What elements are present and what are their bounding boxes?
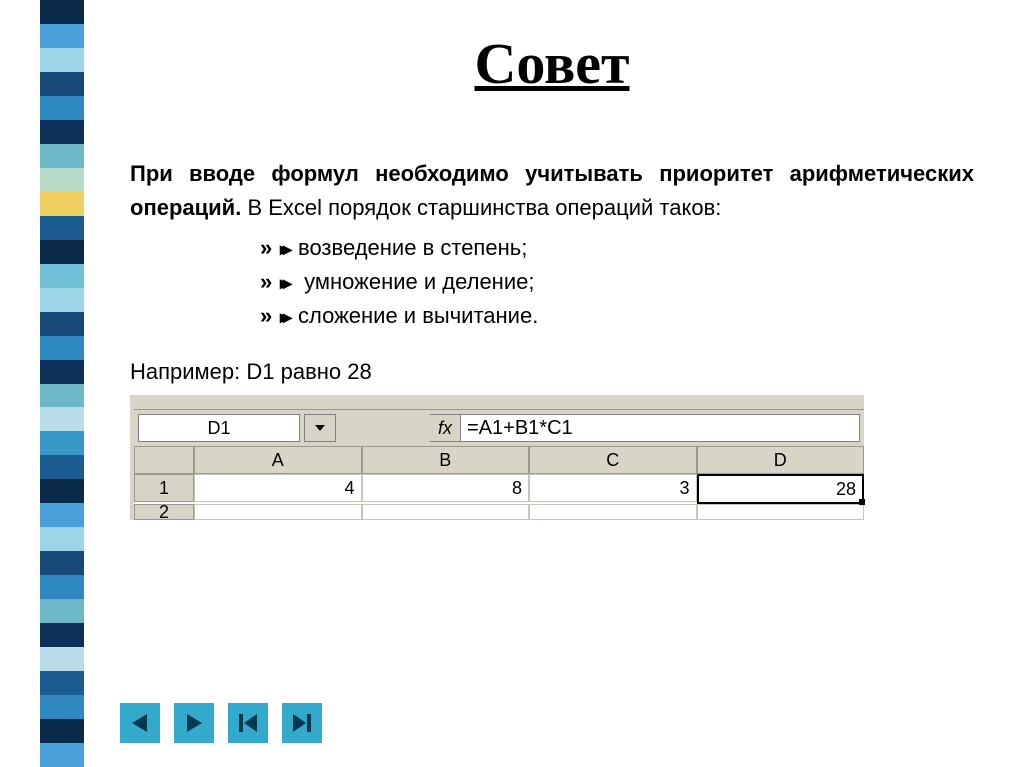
- bullet-icon: [280, 299, 298, 333]
- cell-B1[interactable]: 8: [362, 474, 530, 502]
- list-item: умножение и деление;: [260, 265, 984, 299]
- select-all-corner[interactable]: [134, 446, 194, 474]
- slide-title: Совет: [120, 30, 984, 97]
- cell-A2[interactable]: [194, 504, 362, 520]
- intro-rest: В Excel порядок старшинства операций так…: [241, 195, 721, 220]
- intro-paragraph: При вводе формул необходимо учитывать пр…: [130, 157, 974, 225]
- row-header-2[interactable]: 2: [134, 504, 194, 520]
- skip-first-icon: [237, 712, 259, 734]
- decorative-stripe: [40, 0, 84, 767]
- bullet-icon: [280, 231, 298, 265]
- prev-button[interactable]: [120, 703, 160, 743]
- priority-list: возведение в степень; умножение и делени…: [260, 231, 984, 333]
- col-header-B[interactable]: B: [362, 446, 530, 474]
- formula-bar[interactable]: =A1+B1*C1: [460, 414, 860, 442]
- formula-bar-row: D1 fx =A1+B1*C1: [134, 410, 864, 446]
- list-item-label: сложение и вычитание.: [298, 303, 538, 328]
- cell-D1[interactable]: 28: [697, 474, 865, 504]
- cell-B2[interactable]: [362, 504, 530, 520]
- name-box-dropdown[interactable]: [304, 414, 336, 442]
- list-item: сложение и вычитание.: [260, 299, 984, 333]
- excel-screenshot: D1 fx =A1+B1*C1 A B C D 1 4 8 3 28: [130, 395, 864, 520]
- next-button[interactable]: [174, 703, 214, 743]
- cell-C2[interactable]: [529, 504, 697, 520]
- bullet-icon: [280, 265, 298, 299]
- cell-A1[interactable]: 4: [194, 474, 362, 502]
- cell-D2[interactable]: [697, 504, 865, 520]
- slide-nav: [120, 703, 322, 743]
- col-header-C[interactable]: C: [529, 446, 697, 474]
- name-box[interactable]: D1: [138, 414, 300, 442]
- last-button[interactable]: [282, 703, 322, 743]
- list-item-label: возведение в степень;: [298, 235, 527, 260]
- skip-last-icon: [291, 712, 313, 734]
- spreadsheet-grid: A B C D 1 4 8 3 28: [134, 446, 864, 504]
- first-button[interactable]: [228, 703, 268, 743]
- example-text: Например: D1 равно 28: [130, 359, 974, 385]
- col-header-D[interactable]: D: [697, 446, 865, 474]
- fx-label[interactable]: fx: [430, 414, 460, 442]
- list-item: возведение в степень;: [260, 231, 984, 265]
- triangle-right-icon: [183, 712, 205, 734]
- row-header-1[interactable]: 1: [134, 474, 194, 502]
- chevron-down-icon: [315, 425, 325, 431]
- triangle-left-icon: [129, 712, 151, 734]
- cell-C1[interactable]: 3: [529, 474, 697, 502]
- list-item-label: умножение и деление;: [298, 269, 534, 294]
- col-header-A[interactable]: A: [194, 446, 362, 474]
